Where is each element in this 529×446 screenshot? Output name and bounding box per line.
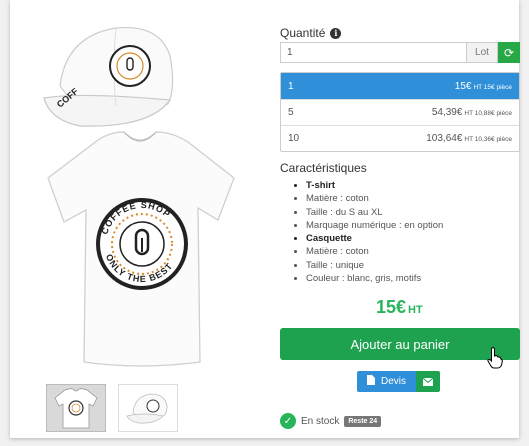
- cap-image: COFF: [43, 26, 174, 127]
- stock-badge: Reste 24: [344, 415, 382, 427]
- stock-label: En stock: [301, 415, 340, 427]
- stock-status: ✓ En stock Reste 24: [280, 413, 382, 429]
- quantity-input[interactable]: [280, 42, 466, 63]
- tier-price: 54,39€: [431, 107, 463, 118]
- thumbnail-strip: [46, 384, 178, 432]
- spec-item: Taille : unique: [306, 259, 443, 272]
- tier-price: 15€: [454, 80, 472, 92]
- tier-detail: HT 15€ pièce: [473, 83, 512, 91]
- document-icon: [367, 375, 375, 388]
- price-suffix: HT: [408, 304, 423, 316]
- devis-label: Devis: [381, 376, 407, 387]
- spec-item: Taille : du S au XL: [306, 206, 443, 219]
- tier-qty: 5: [288, 107, 294, 118]
- spec-item: Marquage numérique : en option: [306, 219, 443, 232]
- quantity-unit: Lot: [466, 42, 498, 63]
- specs-list: T-shirt Matière : coton Taille : du S au…: [296, 179, 443, 285]
- spec-item: Couleur : blanc, gris, motifs: [306, 272, 443, 285]
- cap-thumb-icon: [126, 393, 168, 424]
- tier-qty: 10: [288, 133, 300, 144]
- tier-detail: HT 10,88€ pièce: [464, 110, 512, 117]
- price-amount: 15€: [376, 297, 407, 317]
- tshirt-thumb-icon: [54, 388, 98, 429]
- devis-group: Devis: [357, 371, 441, 392]
- devis-button[interactable]: Devis: [357, 371, 417, 392]
- spec-heading: Casquette: [306, 232, 443, 245]
- product-price: 15€ HT: [376, 297, 423, 318]
- price-tier-row[interactable]: 1 15€ HT 15€ pièce: [281, 73, 519, 99]
- spec-item: Matière : coton: [306, 245, 443, 258]
- thumbnail-cap[interactable]: [118, 384, 178, 432]
- spec-heading: T-shirt: [306, 179, 443, 192]
- product-card: COFF COFFEE SHOP ONLY THE BEST Quantité …: [10, 0, 520, 438]
- price-tier-table: 1 15€ HT 15€ pièce 5 54,39€ HT 10,88€ pièc…: [280, 72, 520, 152]
- tier-detail: HT 10,36€ pièce: [464, 136, 512, 143]
- quantity-label-text: Quantité: [280, 26, 326, 40]
- refresh-icon: ⟳: [503, 45, 515, 60]
- quantity-row: Lot ⟳: [280, 42, 520, 63]
- specs-title: Caractéristiques: [280, 161, 367, 175]
- tier-qty: 1: [288, 80, 294, 92]
- tshirt-image: COFFEE SHOP ONLY THE BEST: [47, 131, 235, 367]
- price-tier-row[interactable]: 5 54,39€ HT 10,88€ pièce: [281, 99, 519, 125]
- email-button[interactable]: [416, 371, 441, 392]
- price-tier-row[interactable]: 10 103,64€ HT 10,36€ pièce: [281, 125, 519, 151]
- check-icon: ✓: [280, 413, 296, 429]
- spec-item: Matière : coton: [306, 192, 443, 205]
- envelope-icon: [423, 377, 434, 386]
- info-icon[interactable]: i: [330, 27, 342, 39]
- refresh-button[interactable]: ⟳: [498, 42, 520, 63]
- add-to-cart-button[interactable]: Ajouter au panier: [280, 328, 520, 360]
- tier-price: 103,64€: [426, 133, 463, 144]
- hand-cursor-icon: [487, 347, 503, 369]
- product-gallery: COFF COFFEE SHOP ONLY THE BEST: [20, 0, 265, 438]
- thumbnail-tshirt[interactable]: [46, 384, 106, 432]
- product-main-image: COFF COFFEE SHOP ONLY THE BEST: [43, 26, 235, 367]
- quantity-label: Quantité i: [280, 26, 342, 40]
